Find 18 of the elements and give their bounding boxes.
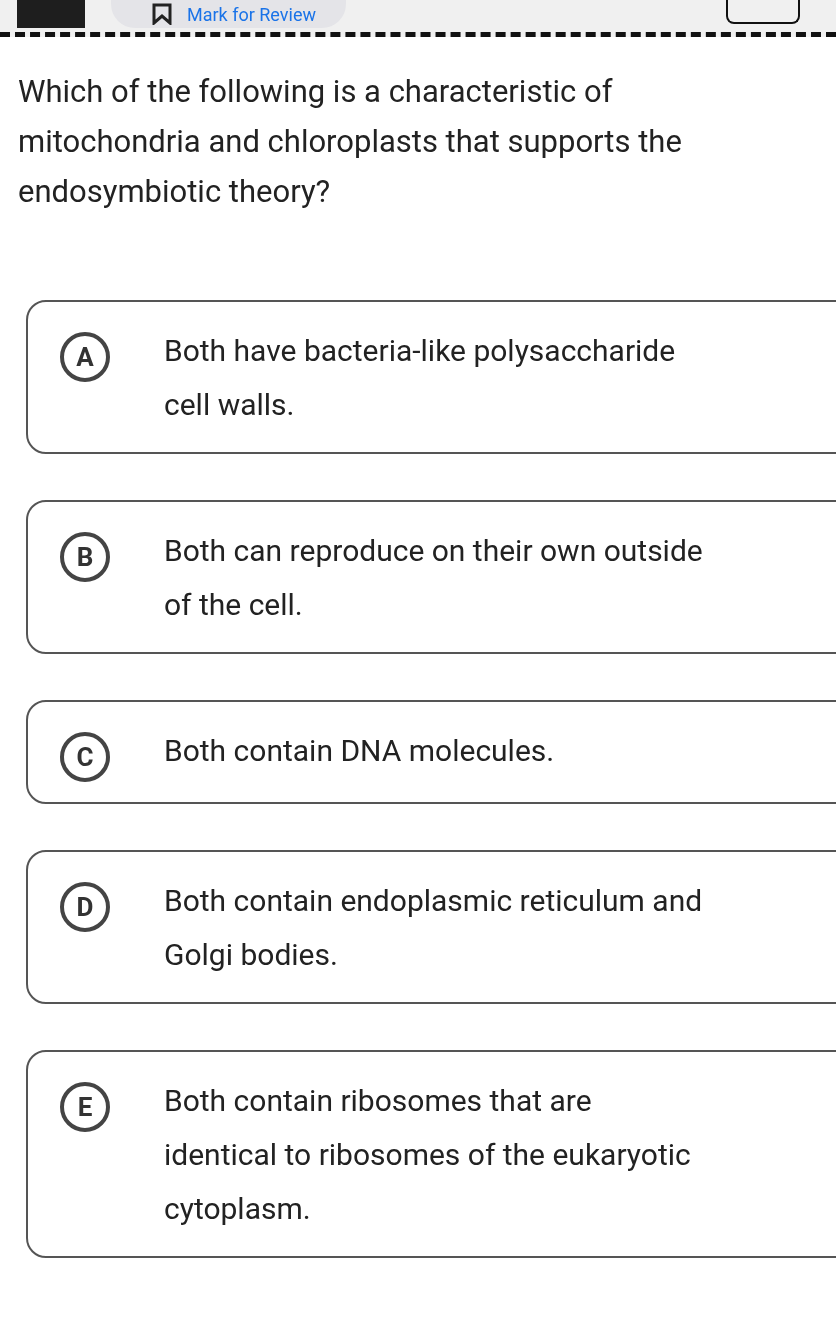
option-letter: D (60, 882, 110, 932)
bookmark-icon (151, 3, 173, 25)
answer-option[interactable]: B Both can reproduce on their own outside of the cell. (26, 500, 836, 654)
option-text: Both have bacteria-like polysaccharide cell walls. (164, 332, 677, 424)
question-text: Which of the following is a characteristic of mitochondria and chloroplasts that supports the endosymbiotic theory? (18, 72, 683, 212)
option-letter: E (60, 1082, 110, 1132)
answer-option[interactable]: C Both contain DNA molecules. (26, 700, 836, 804)
option-letter: C (60, 732, 110, 782)
option-letter: B (60, 532, 110, 582)
answer-option[interactable]: A Both have bacteria-like polysaccharide cell walls. (26, 300, 836, 454)
answer-option[interactable]: E Both contain ribosomes that are identical to ribosomes of the eukaryotic cytoplasm. (26, 1050, 836, 1258)
mark-for-review-button[interactable]: Mark for Review (111, 0, 346, 28)
option-text: Both contain ribosomes that are identical to ribosomes of the eukaryotic cytoplasm. (164, 1082, 692, 1228)
option-text: Both contain endoplasmic reticulum and Golgi bodies. (164, 882, 704, 974)
option-letter: A (60, 332, 110, 382)
option-text: Both contain DNA molecules. (164, 732, 555, 770)
answer-option[interactable]: D Both contain endoplasmic reticulum and Golgi bodies. (26, 850, 836, 1004)
option-text: Both can reproduce on their own outside of the cell. (164, 532, 704, 624)
